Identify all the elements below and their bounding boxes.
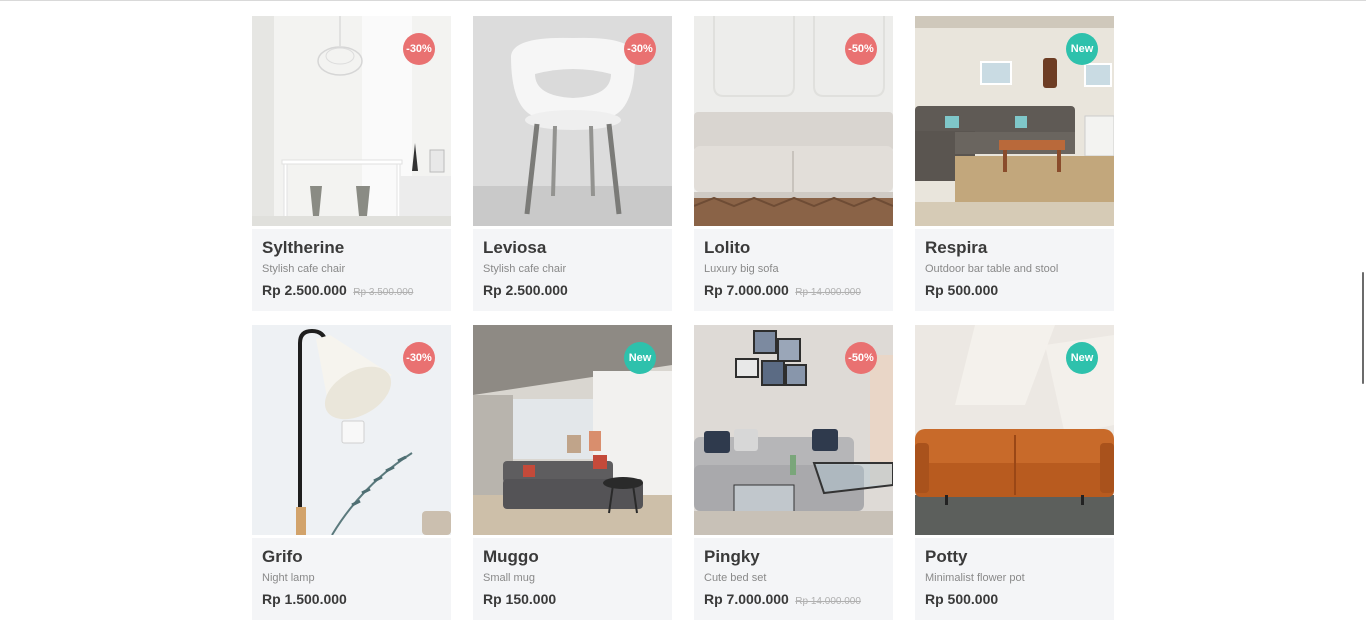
- product-card[interactable]: -50% Pingky Cute bed set Rp 7.000.000 Rp…: [694, 325, 893, 620]
- discount-badge: -30%: [403, 342, 435, 374]
- product-description: Night lamp: [262, 572, 315, 584]
- product-image: -30%: [252, 16, 451, 226]
- product-price: Rp 7.000.000: [704, 591, 789, 607]
- product-card[interactable]: -30% Leviosa Stylish cafe chair Rp 2.500…: [473, 16, 672, 311]
- product-description: Minimalist flower pot: [925, 572, 1025, 584]
- product-card[interactable]: New Potty Minimalist flower pot Rp 500.0…: [915, 325, 1114, 620]
- product-info: Grifo Night lamp Rp 1.500.000: [252, 535, 451, 620]
- product-name: Lolito: [704, 238, 751, 257]
- product-info: Syltherine Stylish cafe chair Rp 2.500.0…: [252, 226, 451, 311]
- product-image: New: [473, 325, 672, 535]
- top-divider: [0, 0, 1366, 1]
- product-description: Outdoor bar table and stool: [925, 263, 1059, 275]
- discount-badge: -50%: [845, 342, 877, 374]
- product-price: Rp 2.500.000: [483, 282, 568, 298]
- product-description: Small mug: [483, 572, 535, 584]
- product-price: Rp 500.000: [925, 591, 999, 607]
- discount-badge: -30%: [624, 33, 656, 65]
- product-name: Grifo: [262, 547, 303, 566]
- product-old-price: Rp 14.000.000: [795, 287, 861, 298]
- product-old-price: Rp 14.000.000: [795, 596, 861, 607]
- product-name: Syltherine: [262, 238, 345, 257]
- product-description: Luxury big sofa: [704, 263, 779, 275]
- product-price: Rp 150.000: [483, 591, 557, 607]
- product-image: -30%: [473, 16, 672, 226]
- product-card[interactable]: New Muggo Small mug Rp 150.000: [473, 325, 672, 620]
- product-price: Rp 500.000: [925, 282, 999, 298]
- product-card[interactable]: New Respira Outdoor bar table and stool …: [915, 16, 1114, 311]
- new-badge: New: [1066, 342, 1098, 374]
- product-grid: -30% Syltherine Stylish cafe chair Rp 2.…: [252, 16, 1114, 620]
- product-price: Rp 2.500.000: [262, 282, 347, 298]
- product-name: Respira: [925, 238, 988, 257]
- product-description: Cute bed set: [704, 572, 767, 584]
- product-image: New: [915, 16, 1114, 226]
- product-description: Stylish cafe chair: [483, 263, 567, 275]
- product-card[interactable]: -30% Syltherine Stylish cafe chair Rp 2.…: [252, 16, 451, 311]
- product-info: Pingky Cute bed set Rp 7.000.000 Rp 14.0…: [694, 535, 893, 620]
- product-name: Pingky: [704, 547, 760, 566]
- new-badge: New: [1066, 33, 1098, 65]
- product-price: Rp 1.500.000: [262, 591, 347, 607]
- product-price: Rp 7.000.000: [704, 282, 789, 298]
- product-card[interactable]: -30% Grifo Night lamp Rp 1.500.000: [252, 325, 451, 620]
- new-badge: New: [624, 342, 656, 374]
- product-info: Leviosa Stylish cafe chair Rp 2.500.000: [473, 226, 672, 311]
- product-info: Potty Minimalist flower pot Rp 500.000: [915, 535, 1114, 620]
- discount-badge: -30%: [403, 33, 435, 65]
- page-scrollbar[interactable]: [1362, 272, 1364, 384]
- product-info: Respira Outdoor bar table and stool Rp 5…: [915, 226, 1114, 311]
- product-info: Lolito Luxury big sofa Rp 7.000.000 Rp 1…: [694, 226, 893, 311]
- product-image: -30%: [252, 325, 451, 535]
- product-image: -50%: [694, 16, 893, 226]
- product-description: Stylish cafe chair: [262, 263, 346, 275]
- product-info: Muggo Small mug Rp 150.000: [473, 535, 672, 620]
- product-old-price: Rp 3.500.000: [353, 287, 414, 298]
- discount-badge: -50%: [845, 33, 877, 65]
- product-name: Leviosa: [483, 238, 547, 257]
- product-name: Potty: [925, 547, 968, 566]
- product-name: Muggo: [483, 547, 539, 566]
- product-card[interactable]: -50% Lolito Luxury big sofa Rp 7.000.000…: [694, 16, 893, 311]
- product-image: New: [915, 325, 1114, 535]
- product-image: -50%: [694, 325, 893, 535]
